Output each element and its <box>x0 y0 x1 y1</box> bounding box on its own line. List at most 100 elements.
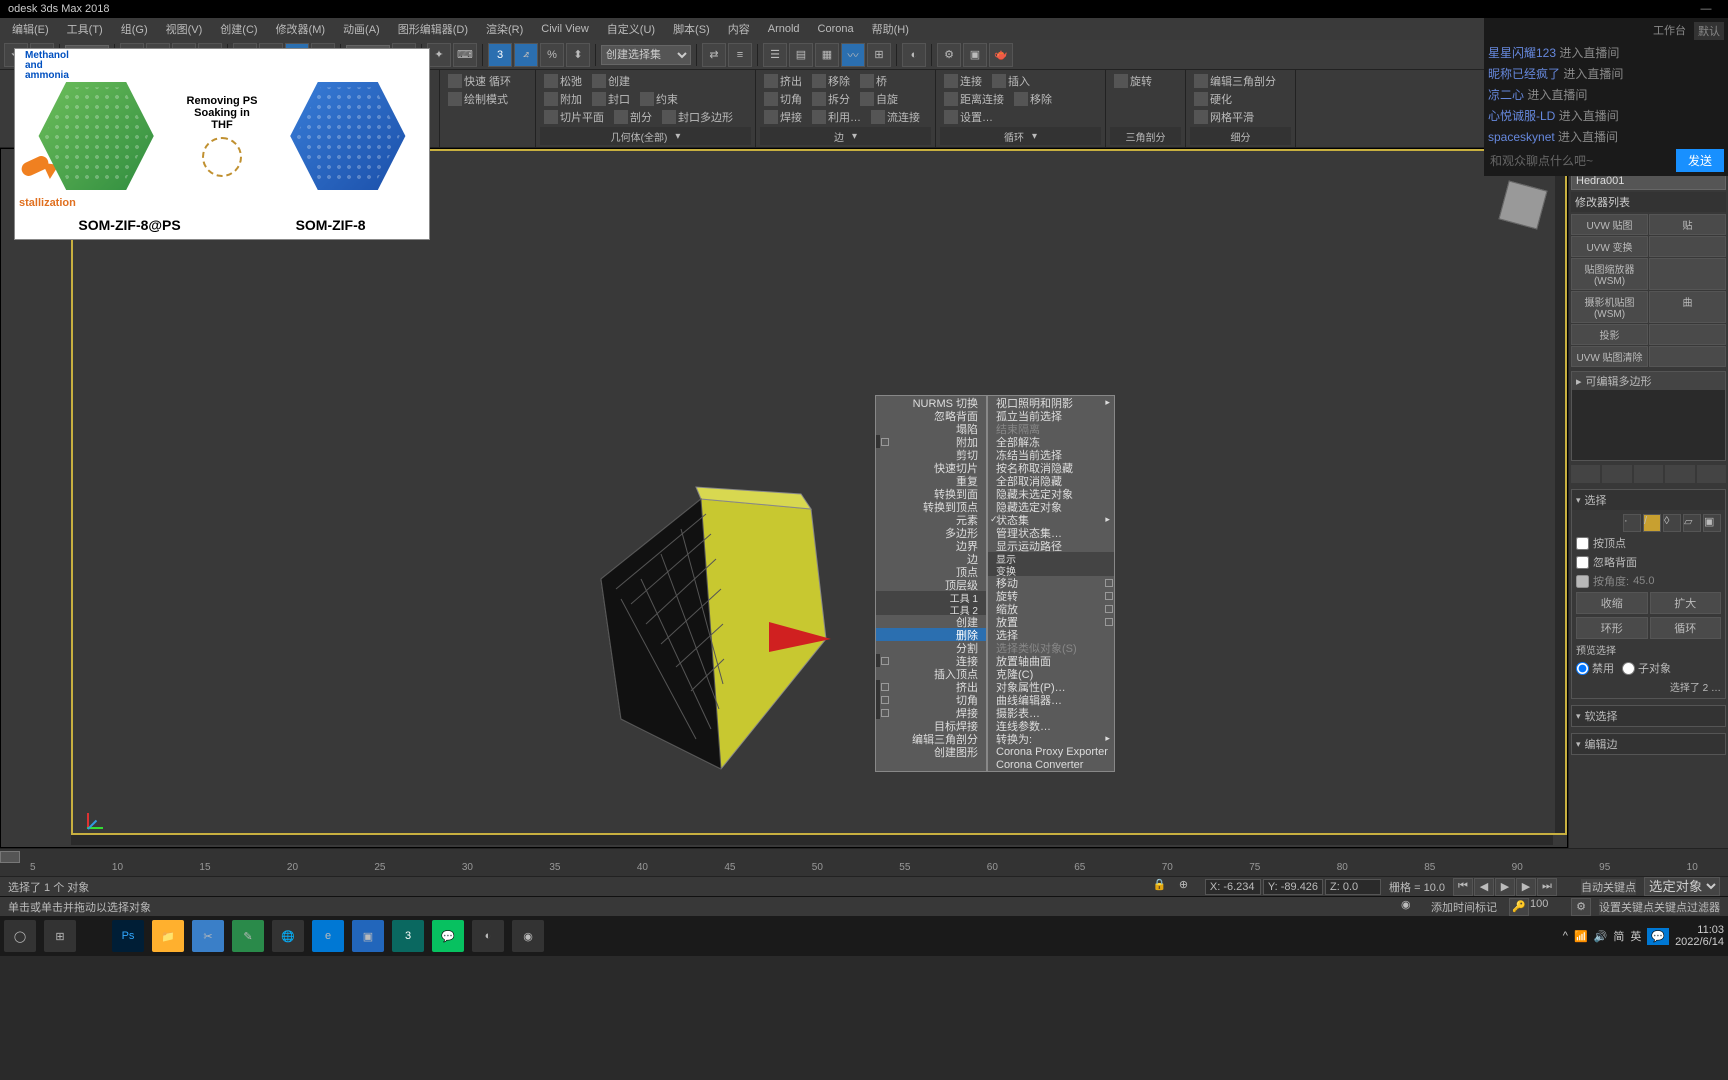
modifier-list-header[interactable]: 修改器列表 <box>1571 192 1726 212</box>
mod-r2[interactable] <box>1649 258 1726 290</box>
mod-cammap[interactable]: 摄影机贴图 (WSM) <box>1571 291 1648 323</box>
menu-modifier[interactable]: 修改器(M) <box>268 19 334 39</box>
chat-input[interactable]: 和观众聊点什么吧~ <box>1488 150 1672 171</box>
wechat-icon[interactable]: 💬 <box>432 920 464 952</box>
obs-icon[interactable]: ◉ <box>512 920 544 952</box>
schematic-button[interactable]: ⊞ <box>867 43 891 67</box>
keyfilter-button[interactable]: 关键点过滤器 <box>1654 899 1720 915</box>
viewport[interactable]: NURMS 切换忽略背面塌陷附加剪切快速切片重复转换到面转换到顶点元素多边形边界… <box>0 148 1568 848</box>
rotate-tri-button[interactable]: 旋转 <box>1110 73 1156 89</box>
byangle-check[interactable] <box>1576 575 1589 588</box>
ring-button[interactable]: 环形 <box>1576 617 1648 639</box>
menu-custom[interactable]: 自定义(U) <box>599 19 663 39</box>
create-button[interactable]: 创建 <box>588 73 634 89</box>
mod-r3[interactable]: 曲 <box>1649 291 1726 323</box>
menu-help[interactable]: 帮助(H) <box>864 19 917 39</box>
menu-group[interactable]: 组(G) <box>113 19 156 39</box>
border-so[interactable]: ◊ <box>1663 514 1681 532</box>
mod-uvwmap[interactable]: UVW 贴图 <box>1571 214 1648 235</box>
start-button[interactable]: ◯ <box>4 920 36 952</box>
flowconnect-button[interactable]: 流连接 <box>867 109 924 125</box>
key-mode[interactable]: 选定对象 <box>1644 877 1720 896</box>
coord-y[interactable]: Y: -89.426 <box>1263 879 1323 895</box>
frame-field[interactable]: 100 <box>1530 898 1570 916</box>
tessellate-button[interactable]: 剖分 <box>610 109 656 125</box>
tri-foot[interactable]: 三角剖分 <box>1122 129 1170 144</box>
softsel-rollup[interactable]: 软选择 <box>1572 706 1725 726</box>
attach-button[interactable]: 附加 <box>540 91 586 107</box>
set-button[interactable]: 设置… <box>940 109 997 125</box>
remove-mod-button[interactable] <box>1665 465 1694 483</box>
percent-snap-button[interactable]: % <box>540 43 564 67</box>
stack-editpoly[interactable]: 可编辑多边形 <box>1572 372 1725 390</box>
harden-button[interactable]: 硬化 <box>1190 91 1236 107</box>
time-slider[interactable]: 510152025303540455055606570758085909510 <box>0 848 1728 876</box>
connect-button[interactable]: 连接 <box>940 73 986 89</box>
menu-view[interactable]: 视图(V) <box>158 19 211 39</box>
spinner-snap-button[interactable]: ⬍ <box>566 43 590 67</box>
render-button[interactable]: 🫖 <box>989 43 1013 67</box>
use-button[interactable]: 利用… <box>808 109 865 125</box>
paintmode-button[interactable]: 绘制模式 <box>444 91 512 107</box>
prev-frame-button[interactable]: ◀ <box>1474 878 1494 896</box>
spin-button[interactable]: 自旋 <box>856 91 902 107</box>
menu-script[interactable]: 脚本(S) <box>665 19 718 39</box>
add-time-tag[interactable]: 添加时间标记 <box>1431 899 1497 915</box>
tray-up-icon[interactable]: ^ <box>1563 930 1568 942</box>
align-button[interactable]: ≡ <box>728 43 752 67</box>
quickloop-button[interactable]: 快速 循环 <box>444 73 515 89</box>
play-button[interactable]: ▶ <box>1495 878 1515 896</box>
mod-r5[interactable] <box>1649 346 1726 367</box>
chrome-icon[interactable]: 🌐 <box>272 920 304 952</box>
edge-foot[interactable]: 边 <box>830 129 848 144</box>
tray-lang[interactable]: 英 <box>1630 928 1641 944</box>
ribbon-toggle-button[interactable]: ▦ <box>815 43 839 67</box>
material-editor-button[interactable]: ◐ <box>902 43 926 67</box>
app2-icon[interactable]: ▣ <box>352 920 384 952</box>
mod-proj[interactable]: 投影 <box>1571 324 1648 345</box>
time-tag-button[interactable]: ◉ <box>1401 898 1419 916</box>
coord-x[interactable]: X: -6.234 <box>1205 879 1261 895</box>
mod-r1[interactable] <box>1649 236 1726 257</box>
tray-vol-icon[interactable]: 🔊 <box>1594 930 1608 943</box>
menu-tools[interactable]: 工具(T) <box>59 19 111 39</box>
keyboard-button[interactable]: ⌨ <box>453 43 477 67</box>
curve-editor-button[interactable]: 〰 <box>841 43 865 67</box>
ctx-item[interactable]: 转换为: <box>988 732 1114 745</box>
menu-create[interactable]: 创建(C) <box>212 19 265 39</box>
menu-anim[interactable]: 动画(A) <box>335 19 388 39</box>
render-frame-button[interactable]: ▣ <box>963 43 987 67</box>
manip-button[interactable]: ✦ <box>427 43 451 67</box>
ignore-bf-check[interactable] <box>1576 556 1589 569</box>
app1-icon[interactable]: ✎ <box>232 920 264 952</box>
weld-button[interactable]: 焊接 <box>760 109 806 125</box>
element-so[interactable]: ▣ <box>1703 514 1721 532</box>
bridge-button[interactable]: 桥 <box>856 73 891 89</box>
mod-uvwclear[interactable]: UVW 贴图清除 <box>1571 346 1648 367</box>
setkey-button[interactable]: 设置关键点 <box>1599 899 1654 915</box>
selection-rollup[interactable]: 选择 <box>1572 490 1725 510</box>
time-config-button[interactable]: ⚙ <box>1571 898 1591 916</box>
constrain-button[interactable]: 约束 <box>636 91 682 107</box>
menu-corona[interactable]: Corona <box>810 21 862 37</box>
geom-foot[interactable]: 几何体(全部) <box>607 129 672 144</box>
poly-so[interactable]: ▱ <box>1683 514 1701 532</box>
menu-arnold[interactable]: Arnold <box>760 21 808 37</box>
isolate-button[interactable]: ⊕ <box>1179 878 1197 896</box>
cap-button[interactable]: 封口 <box>588 91 634 107</box>
sliceplane-button[interactable]: 切片平面 <box>540 109 608 125</box>
lock-selection-button[interactable]: 🔒 <box>1153 878 1171 896</box>
photoshop-icon[interactable]: Ps <box>112 920 144 952</box>
byvertex-check[interactable] <box>1576 537 1589 550</box>
mod-r0[interactable]: 贴 <box>1649 214 1726 235</box>
render-setup-button[interactable]: ⚙ <box>937 43 961 67</box>
edge-icon[interactable]: e <box>312 920 344 952</box>
menu-civil[interactable]: Civil View <box>533 21 596 37</box>
remove2-button[interactable]: 移除 <box>1010 91 1056 107</box>
tray-ime[interactable]: 简 <box>1613 928 1624 944</box>
menu-graph[interactable]: 图形编辑器(D) <box>390 19 476 39</box>
menu-edit[interactable]: 编辑(E) <box>4 19 57 39</box>
cappoly-button[interactable]: 封口多边形 <box>658 109 737 125</box>
menu-render[interactable]: 渲染(R) <box>478 19 531 39</box>
remove-button[interactable]: 移除 <box>808 73 854 89</box>
